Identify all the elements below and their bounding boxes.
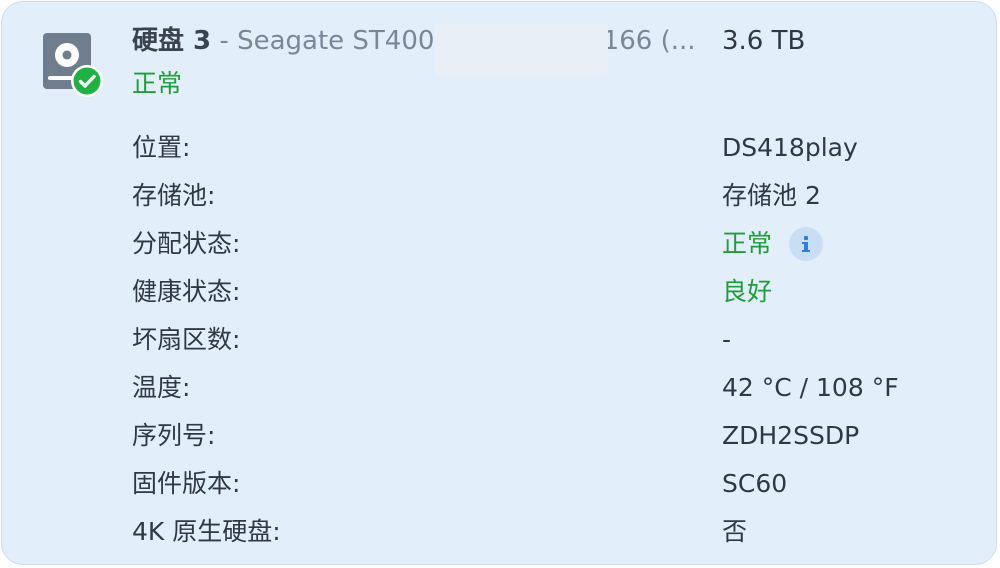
redacted-area: [434, 24, 608, 76]
detail-row-firmware: 固件版本: SC60: [2, 464, 998, 504]
disk-capacity: 3.6 TB: [722, 26, 806, 56]
detail-value: 否: [722, 517, 748, 546]
detail-row-serial-number: 序列号: ZDH2SSDP: [2, 416, 998, 456]
detail-label: 健康状态:: [132, 277, 241, 306]
detail-row-4k-native: 4K 原生硬盘: 否: [2, 512, 998, 552]
disk-status: 正常: [132, 69, 183, 98]
detail-label: 位置:: [132, 133, 191, 162]
hard-disk-icon: [43, 33, 105, 99]
detail-label: 序列号:: [132, 421, 216, 450]
detail-row-location: 位置: DS418play: [2, 128, 998, 168]
info-icon[interactable]: [789, 227, 823, 261]
detail-value: 良好: [722, 277, 773, 306]
detail-row-bad-sectors: 坏扇区数: -: [2, 320, 998, 360]
detail-value: ZDH2SSDP: [722, 421, 860, 450]
detail-label: 坏扇区数:: [132, 325, 241, 354]
detail-row-temperature: 温度: 42 °C / 108 °F: [2, 368, 998, 408]
detail-label: 固件版本:: [132, 469, 241, 498]
disk-name: 硬盘 3: [132, 26, 212, 56]
disk-title: 硬盘 3 - Seagate ST400 .166 (...: [132, 22, 707, 60]
detail-value: SC60: [722, 469, 788, 498]
detail-row-storage-pool: 存储池: 存储池 2: [2, 176, 998, 216]
detail-value: 正常: [722, 229, 773, 258]
disk-info-card: 硬盘 3 - Seagate ST400.166 (... 3.6 TB 正常 …: [1, 1, 997, 565]
detail-value: 存储池 2: [722, 181, 821, 210]
detail-row-allocation-status: 分配状态: 正常: [2, 224, 998, 264]
disk-model: Seagate ST400: [237, 26, 435, 56]
disk-model-tail: .166 (...: [594, 26, 696, 56]
detail-label: 存储池:: [132, 181, 216, 210]
detail-label: 温度:: [132, 373, 191, 402]
detail-value: DS418play: [722, 133, 858, 162]
title-separator: -: [211, 26, 238, 56]
detail-label: 4K 原生硬盘:: [132, 517, 281, 546]
detail-label: 分配状态:: [132, 229, 241, 258]
detail-value: 42 °C / 108 °F: [722, 373, 899, 402]
detail-row-health-status: 健康状态: 良好: [2, 272, 998, 312]
detail-value: -: [722, 325, 732, 354]
